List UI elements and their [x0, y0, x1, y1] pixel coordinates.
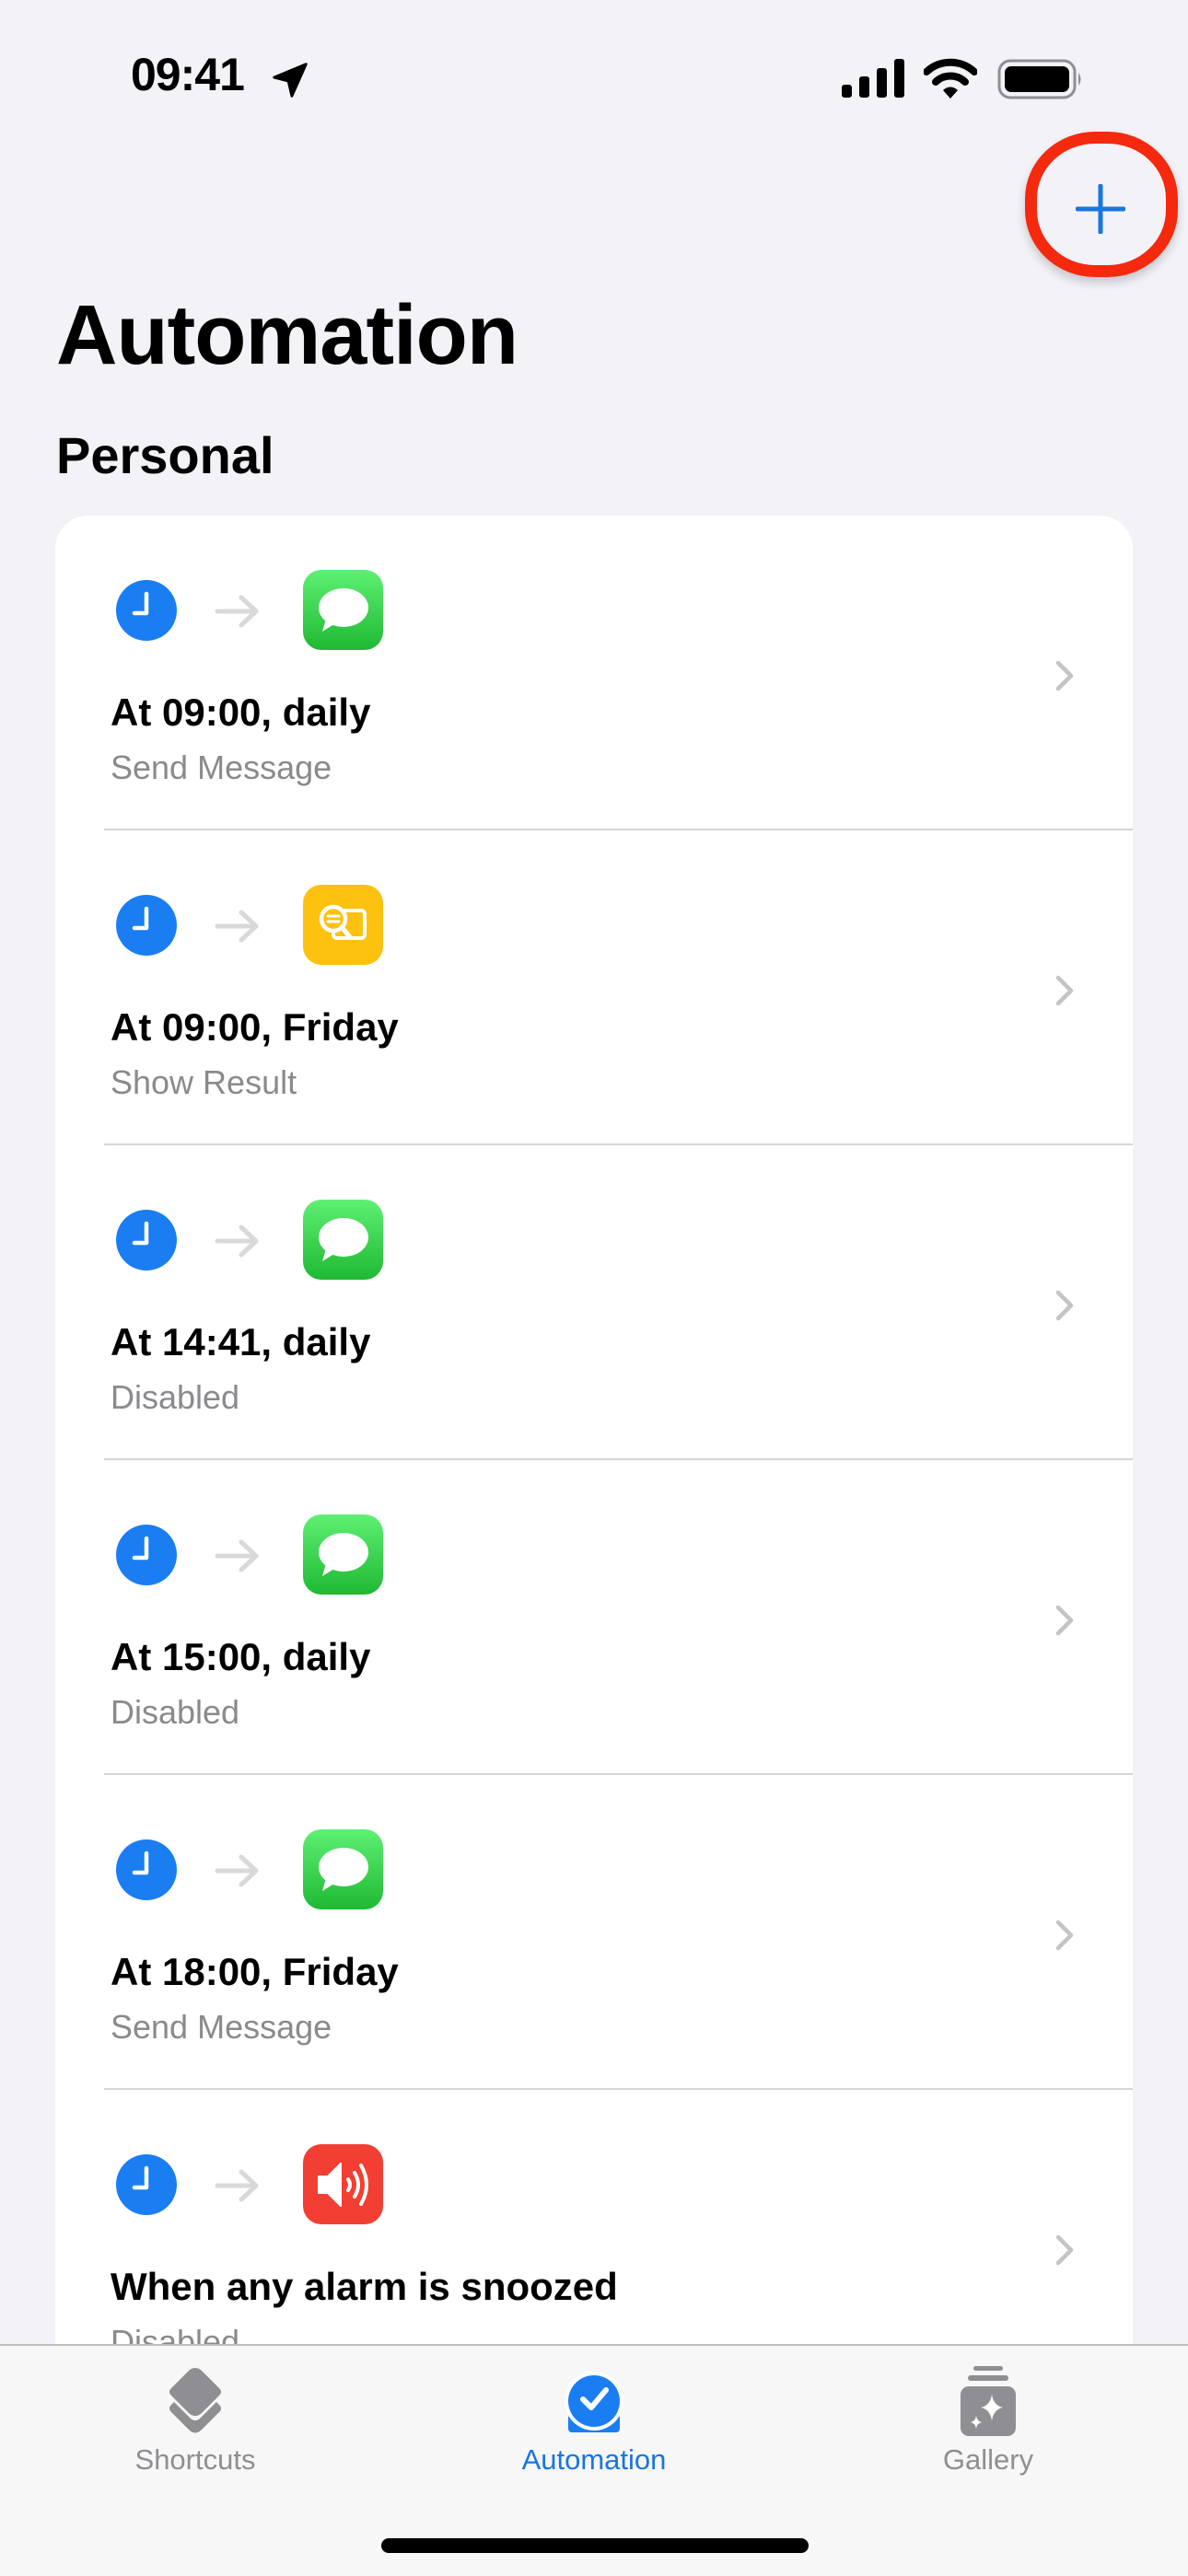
action-app-icon [303, 2144, 383, 2224]
home-indicator[interactable] [381, 2538, 809, 2553]
plus-icon [1076, 184, 1125, 234]
tab-label: Shortcuts [134, 2443, 256, 2476]
automation-title: At 09:00, Friday [111, 1005, 399, 1049]
location-arrow-icon [273, 63, 308, 98]
clock-icon [116, 1210, 177, 1271]
chevron-right-icon [1055, 975, 1074, 1006]
arrow-right-icon [215, 1224, 259, 1258]
chevron-right-icon [1055, 1605, 1074, 1636]
tab-label: Gallery [942, 2443, 1034, 2476]
automation-title: At 15:00, daily [111, 1635, 371, 1678]
automation-subtitle: Disabled [111, 1378, 240, 1416]
automation-title: At 09:00, daily [111, 690, 371, 734]
clock-icon [116, 580, 177, 641]
chevron-right-icon [1055, 1290, 1074, 1321]
automation-title: When any alarm is snoozed [111, 2265, 618, 2308]
automation-title: At 14:41, daily [111, 1320, 371, 1363]
automation-row[interactable]: At 09:00, Friday Show Result [55, 830, 1133, 1145]
chevron-right-icon [1055, 1920, 1074, 1951]
automation-title: At 18:00, Friday [111, 1950, 399, 1993]
add-automation-button[interactable] [1054, 163, 1147, 255]
clock-icon [116, 2154, 177, 2215]
messages-icon [318, 1217, 368, 1261]
tab-gallery[interactable]: Gallery [868, 2346, 1108, 2484]
action-app-icon [303, 1200, 383, 1280]
automation-row[interactable]: At 09:00, daily Send Message [55, 516, 1133, 830]
page-title: Automation [56, 288, 518, 382]
clock-icon [116, 895, 177, 956]
automation-subtitle: Send Message [111, 2008, 332, 2046]
messages-icon [318, 1532, 368, 1576]
wifi-icon [924, 58, 977, 99]
show-result-icon [319, 904, 367, 940]
clock-icon [116, 1839, 177, 1900]
clock-icon [116, 1525, 177, 1585]
arrow-right-icon [215, 1539, 259, 1572]
automation-row[interactable]: At 15:00, daily Disabled [55, 1460, 1133, 1775]
speaker-icon [317, 2162, 368, 2207]
tab-automation[interactable]: Automation [474, 2346, 714, 2484]
action-app-icon [303, 570, 383, 650]
arrow-right-icon [215, 910, 259, 943]
automation-list: At 09:00, daily Send Message At 09:00, F… [55, 516, 1133, 2449]
status-time: 09:41 [131, 49, 245, 100]
action-app-icon [303, 1514, 383, 1595]
automation-row[interactable]: At 18:00, Friday Send Message [55, 1775, 1133, 2090]
tab-label: Automation [521, 2443, 667, 2476]
messages-icon [318, 587, 368, 632]
section-title: Personal [56, 426, 274, 484]
shortcuts-stack-icon [169, 2368, 221, 2433]
automation-subtitle: Show Result [111, 1063, 297, 1101]
battery-icon [997, 59, 1081, 99]
action-app-icon [303, 1829, 383, 1909]
chevron-right-icon [1055, 2234, 1074, 2266]
automation-row[interactable]: At 14:41, daily Disabled [55, 1145, 1133, 1460]
cellular-signal-icon [842, 59, 904, 98]
chevron-right-icon [1055, 660, 1074, 691]
arrow-right-icon [215, 2169, 259, 2202]
action-app-icon [303, 885, 383, 965]
messages-icon [318, 1847, 368, 1891]
arrow-right-icon [215, 595, 259, 628]
gallery-sparkle-icon [961, 2366, 1016, 2436]
arrow-right-icon [215, 1854, 259, 1887]
automation-subtitle: Disabled [111, 1693, 240, 1731]
tab-shortcuts[interactable]: Shortcuts [76, 2346, 315, 2484]
automation-subtitle: Send Message [111, 748, 332, 786]
automation-check-icon [565, 2372, 623, 2432]
